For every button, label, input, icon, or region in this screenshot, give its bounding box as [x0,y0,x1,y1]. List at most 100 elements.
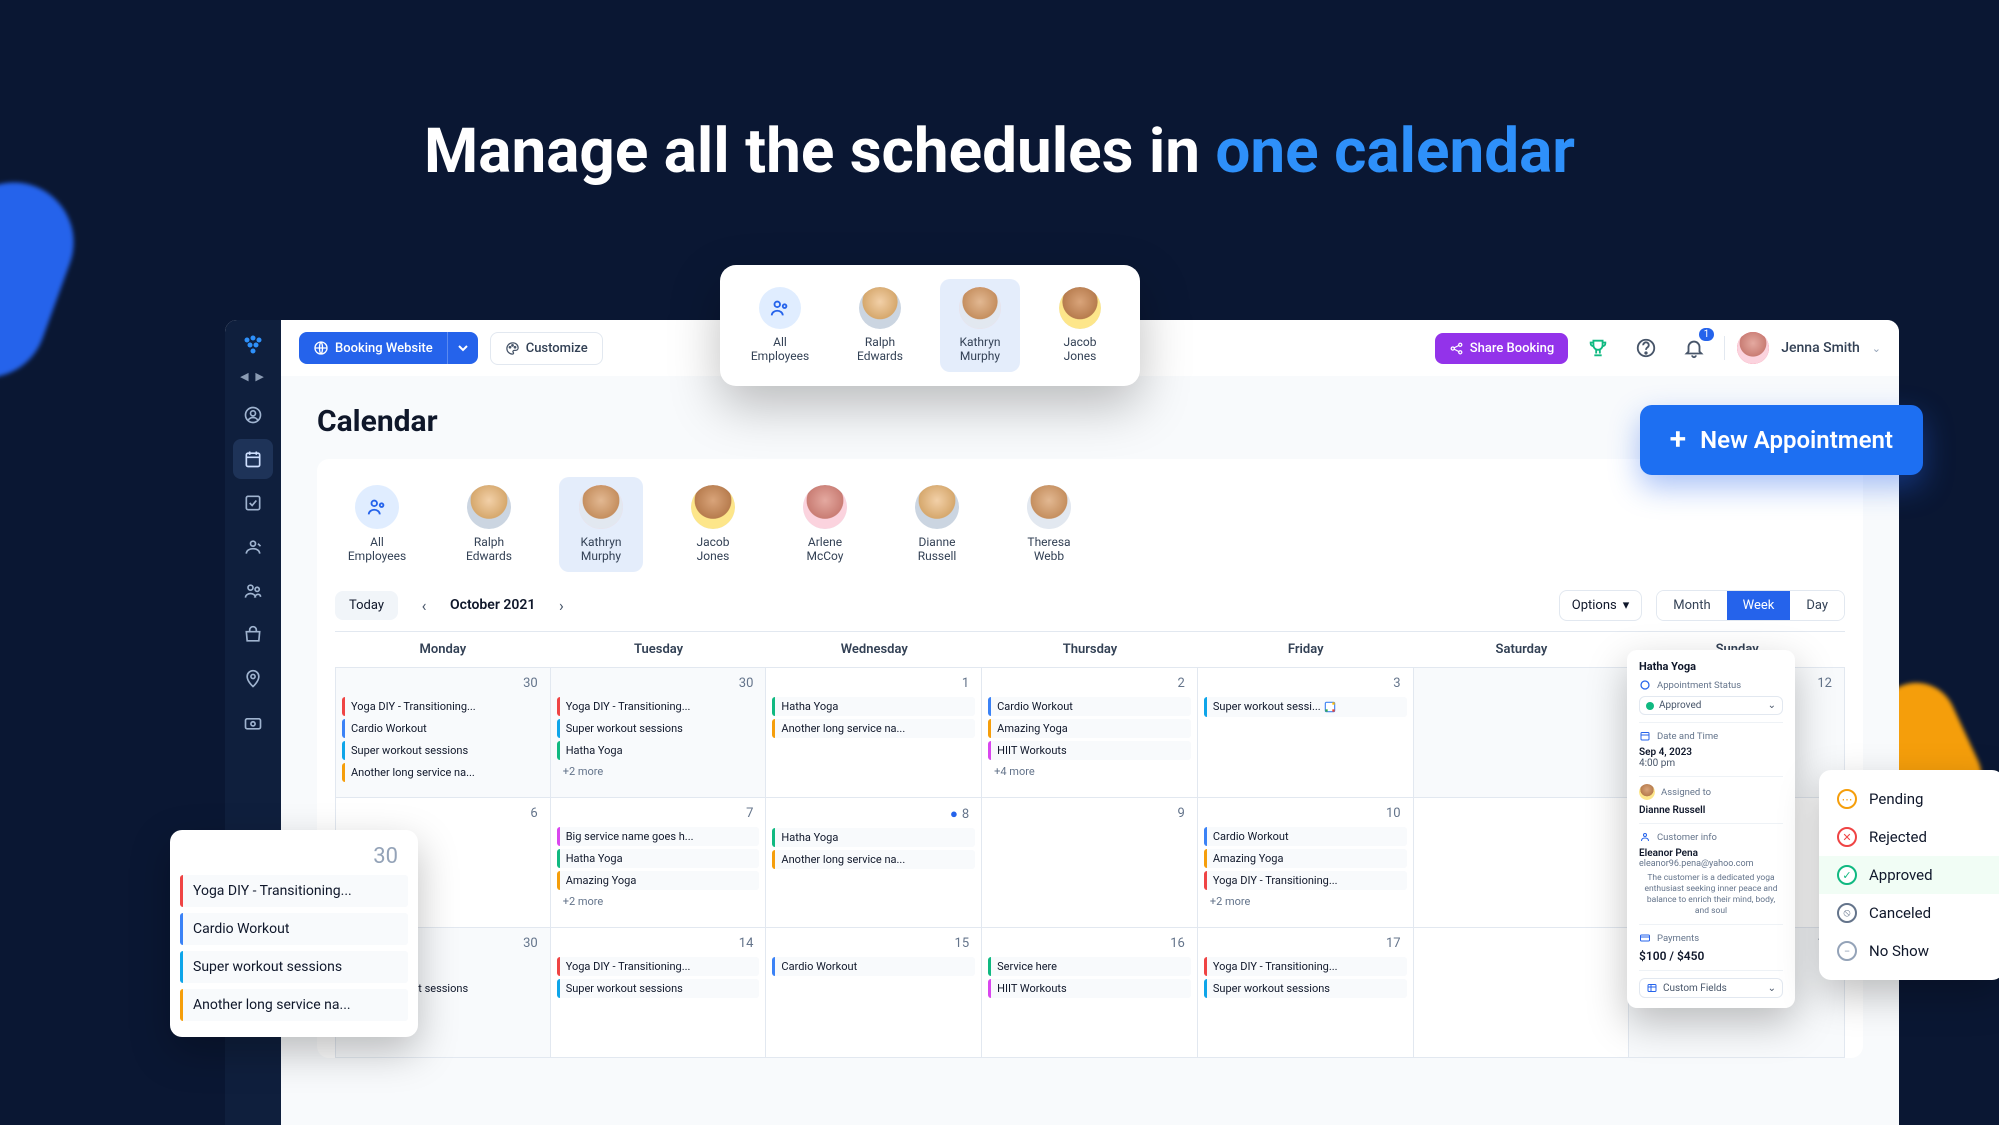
event-chip[interactable]: Super workout sessions [342,741,544,760]
achievements-icon[interactable] [1580,330,1616,366]
event-chip[interactable]: Super workout sessions [557,719,760,738]
booking-website-button[interactable]: Booking Website [299,332,478,364]
employee-jacob[interactable]: Jacob Jones [1040,279,1120,372]
sidebar-item-finance[interactable] [233,703,273,743]
options-button[interactable]: Options ▾ [1559,590,1643,621]
user-menu-caret[interactable]: ⌄ [1872,342,1881,355]
event-chip[interactable]: Cardio Workout [180,913,408,945]
more-link[interactable]: +4 more [988,763,1191,780]
collapse-icon[interactable]: ◀ ▶ [240,370,266,383]
employee-ralph[interactable]: Ralph Edwards [840,279,920,372]
more-link[interactable]: +2 more [557,763,760,780]
view-week[interactable]: Week [1727,591,1791,620]
calendar-cell[interactable]: 17Yoga DIY - Transitioning...Super worko… [1198,928,1414,1058]
cell-date: 6 [342,802,544,827]
event-chip[interactable]: Yoga DIY - Transitioning... [1204,957,1407,976]
event-chip[interactable]: Amazing Yoga [1204,849,1407,868]
calendar-cell[interactable]: 8Hatha YogaAnother long service na... [766,798,982,928]
status-rejected[interactable]: ✕Rejected [1819,818,1999,856]
next-arrow-icon[interactable]: › [549,593,573,617]
status-pending[interactable]: ⋯Pending [1819,780,1999,818]
view-month[interactable]: Month [1657,591,1726,620]
event-chip[interactable]: Super workout sessions [180,951,408,983]
event-chip[interactable]: Cardio Workout [988,697,1191,716]
custom-fields-toggle[interactable]: Custom Fields ⌄ [1639,978,1783,998]
status-menu: ⋯Pending✕Rejected✓Approved⦸Canceled−No S… [1819,770,1999,980]
details-assigned-label: Assigned to [1661,787,1711,798]
calendar-cell[interactable]: 3Super workout sessi... [1198,668,1414,798]
share-booking-button[interactable]: Share Booking [1435,333,1568,364]
event-chip[interactable]: Hatha Yoga [772,697,975,716]
employee-all[interactable]: All Employees [740,279,820,372]
status-approved[interactable]: ✓Approved [1819,856,1999,894]
prev-arrow-icon[interactable]: ‹ [412,593,436,617]
help-icon[interactable] [1628,330,1664,366]
sidebar-item-tasks[interactable] [233,483,273,523]
sidebar-item-customers[interactable] [233,571,273,611]
more-link[interactable]: +2 more [557,893,760,910]
calendar-cell[interactable] [1414,928,1630,1058]
status-canceled[interactable]: ⦸Canceled [1819,894,1999,932]
event-chip[interactable]: Another long service na... [772,719,975,738]
employee-dianne[interactable]: Dianne Russell [895,477,979,572]
customize-button[interactable]: Customize [490,332,603,365]
calendar-cell[interactable]: 2Cardio WorkoutAmazing YogaHIIT Workouts… [982,668,1198,798]
event-chip[interactable]: Hatha Yoga [557,741,760,760]
calendar-cell[interactable] [1414,668,1630,798]
event-chip[interactable]: Super workout sessions [557,979,760,998]
sidebar-item-shop[interactable] [233,615,273,655]
view-day[interactable]: Day [1790,591,1844,620]
event-chip[interactable]: Another long service na... [180,989,408,1021]
notifications-icon[interactable]: 1 [1676,330,1712,366]
event-chip[interactable]: Service here [988,957,1191,976]
status-icon: ⋯ [1837,789,1857,809]
event-chip[interactable]: Yoga DIY - Transitioning... [342,697,544,716]
calendar-cell[interactable]: 15Cardio Workout [766,928,982,1058]
event-chip[interactable]: HIIT Workouts [988,979,1191,998]
event-chip[interactable]: Super workout sessions [1204,979,1407,998]
employee-kathryn[interactable]: Kathryn Murphy [559,477,643,572]
calendar-cell[interactable]: 14Yoga DIY - Transitioning...Super worko… [551,928,767,1058]
user-avatar[interactable] [1737,332,1769,364]
event-chip[interactable]: Amazing Yoga [988,719,1191,738]
employee-kathryn[interactable]: Kathryn Murphy [940,279,1020,372]
employee-jacob[interactable]: Jacob Jones [671,477,755,572]
event-chip[interactable]: Another long service na... [772,850,975,869]
booking-website-caret[interactable] [447,332,478,364]
more-link[interactable]: +2 more [1204,893,1407,910]
event-chip[interactable]: Hatha Yoga [557,849,760,868]
status-select[interactable]: Approved ⌄ [1639,696,1783,715]
employee-theresa[interactable]: Theresa Webb [1007,477,1091,572]
calendar-cell[interactable]: 16Service hereHIIT Workouts [982,928,1198,1058]
event-chip[interactable]: Cardio Workout [772,957,975,976]
event-chip[interactable]: Super workout sessi... [1204,697,1407,717]
event-chip[interactable]: HIIT Workouts [988,741,1191,760]
calendar-cell[interactable]: 1Hatha YogaAnother long service na... [766,668,982,798]
calendar-cell[interactable]: 7Big service name goes h...Hatha YogaAma… [551,798,767,928]
calendar-cell[interactable]: 10Cardio WorkoutAmazing YogaYoga DIY - T… [1198,798,1414,928]
event-chip[interactable]: Cardio Workout [342,719,544,738]
sidebar-item-dashboard[interactable] [233,395,273,435]
event-chip[interactable]: Amazing Yoga [557,871,760,890]
calendar-cell[interactable] [1414,798,1630,928]
sidebar-item-locations[interactable] [233,659,273,699]
event-chip[interactable]: Cardio Workout [1204,827,1407,846]
event-chip[interactable]: Hatha Yoga [772,828,975,847]
sidebar-item-services[interactable] [233,527,273,567]
event-chip[interactable]: Another long service na... [342,763,544,782]
event-chip[interactable]: Big service name goes h... [557,827,760,846]
employee-ralph[interactable]: Ralph Edwards [447,477,531,572]
today-button[interactable]: Today [335,591,398,620]
calendar-cell[interactable]: 9 [982,798,1198,928]
event-chip[interactable]: Yoga DIY - Transitioning... [557,697,760,716]
event-chip[interactable]: Yoga DIY - Transitioning... [557,957,760,976]
calendar-cell[interactable]: 30Yoga DIY - Transitioning...Cardio Work… [335,668,551,798]
sidebar-item-calendar[interactable] [233,439,273,479]
event-chip[interactable]: Yoga DIY - Transitioning... [1204,871,1407,890]
employee-all[interactable]: All Employees [335,477,419,572]
employee-arlene[interactable]: Arlene McCoy [783,477,867,572]
status-no-show[interactable]: −No Show [1819,932,1999,970]
calendar-cell[interactable]: 30Yoga DIY - Transitioning...Super worko… [551,668,767,798]
new-appointment-button[interactable]: + New Appointment [1640,405,1923,475]
event-chip[interactable]: Yoga DIY - Transitioning... [180,875,408,907]
